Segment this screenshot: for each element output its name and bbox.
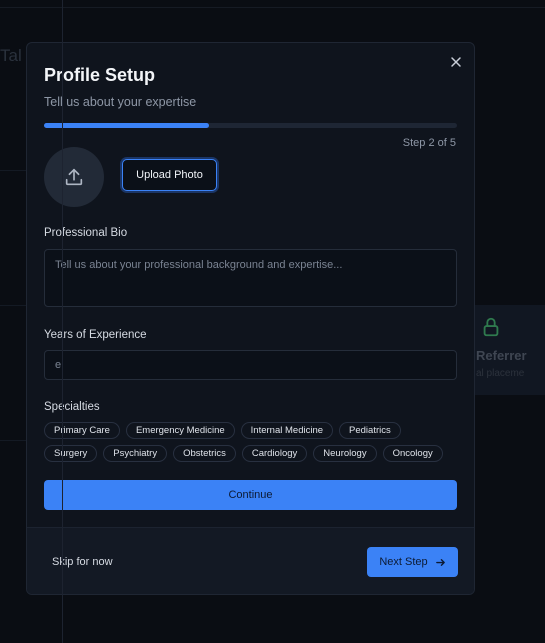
specialty-chip[interactable]: Neurology — [313, 445, 377, 462]
specialty-chip[interactable]: Pediatrics — [339, 422, 401, 439]
years-experience-input[interactable] — [44, 350, 457, 380]
next-step-button[interactable]: Next Step — [367, 547, 458, 577]
specialty-chip[interactable]: Cardiology — [241, 445, 308, 462]
background-card-title: Referrer — [476, 348, 527, 363]
specialty-chip[interactable]: Primary Care — [44, 422, 120, 439]
progress-bar — [44, 123, 457, 128]
specialties-label: Specialties — [44, 401, 100, 413]
specialty-chip[interactable]: Oncology — [382, 445, 443, 462]
background-sidebar-edge — [62, 0, 63, 643]
bio-label: Professional Bio — [44, 227, 128, 239]
continue-button[interactable]: Continue — [44, 480, 457, 510]
modal-subtitle: Tell us about your expertise — [44, 95, 197, 109]
arrow-right-icon — [435, 558, 445, 566]
avatar-placeholder[interactable] — [44, 147, 104, 207]
modal-title: Profile Setup — [44, 65, 156, 85]
specialties-row: Surgery Psychiatry Obstetrics Cardiology… — [44, 445, 443, 462]
close-icon[interactable] — [450, 56, 462, 68]
specialty-chip[interactable]: Internal Medicine — [240, 422, 334, 439]
modal-footer: Skip for now Next Step — [27, 527, 474, 594]
profile-setup-modal: Profile Setup Tell us about your experti… — [26, 42, 475, 595]
specialty-chip[interactable]: Surgery — [44, 445, 98, 462]
specialty-chip[interactable]: Obstetrics — [173, 445, 236, 462]
specialty-chip[interactable]: Psychiatry — [103, 445, 168, 462]
background-card-subtitle: al placeme — [476, 368, 525, 379]
background-page-title: Tal — [0, 46, 22, 65]
specialty-chip[interactable]: Emergency Medicine — [125, 422, 235, 439]
specialties-row: Primary Care Emergency Medicine Internal… — [44, 422, 401, 439]
bio-textarea[interactable] — [44, 249, 457, 307]
next-step-label: Next Step — [379, 556, 428, 568]
upload-icon — [65, 168, 83, 186]
background-topbar — [0, 0, 545, 8]
progress-fill — [44, 123, 210, 128]
step-indicator: Step 2 of 5 — [402, 137, 456, 149]
upload-photo-button[interactable]: Upload Photo — [122, 159, 217, 191]
years-label: Years of Experience — [44, 329, 147, 341]
lock-icon — [483, 317, 499, 337]
